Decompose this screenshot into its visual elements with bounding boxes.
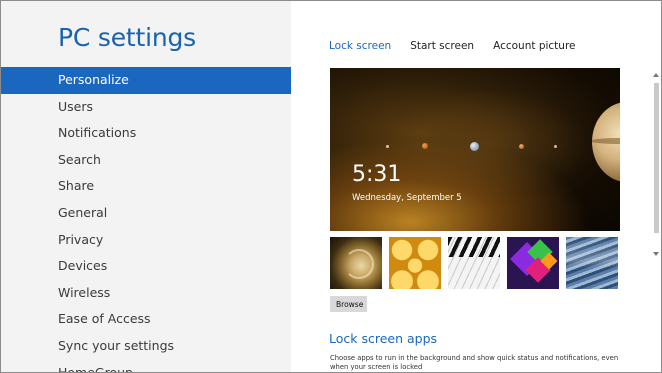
nav-list: Personalize Users Notifications Search S…	[1, 67, 291, 372]
sidebar-item-general[interactable]: General	[1, 200, 291, 227]
preview-haze	[390, 88, 590, 198]
lock-screen-preview: 5:31 Wednesday, September 5	[330, 68, 620, 231]
scroll-thumb[interactable]	[654, 83, 659, 233]
abstract-shapes-image[interactable]	[507, 237, 559, 289]
scroll-up-icon[interactable]	[653, 73, 659, 77]
sidebar-item-users[interactable]: Users	[1, 94, 291, 121]
sidebar-item-devices[interactable]: Devices	[1, 253, 291, 280]
nautilus-shell-image[interactable]	[330, 237, 382, 289]
sidebar-item-ease-of-access[interactable]: Ease of Access	[1, 306, 291, 333]
tab-lock-screen[interactable]: Lock screen	[329, 40, 391, 52]
lock-screen-time: 5:31	[352, 162, 402, 187]
honeycomb-image[interactable]	[389, 237, 441, 289]
sidebar-item-privacy[interactable]: Privacy	[1, 227, 291, 254]
planet-venus	[422, 143, 428, 149]
planet-small	[554, 145, 557, 148]
page-title: PC settings	[58, 23, 196, 52]
scroll-down-icon[interactable]	[653, 252, 659, 256]
vertical-scrollbar[interactable]	[651, 1, 661, 372]
tunnel-image[interactable]	[566, 237, 618, 289]
content-pane: Lock screen Start screen Account picture…	[291, 1, 661, 372]
pc-settings-window: PC settings Personalize Users Notificati…	[0, 0, 662, 373]
planet-earth	[470, 142, 479, 151]
tab-bar: Lock screen Start screen Account picture	[329, 40, 595, 52]
planet-mercury	[386, 145, 389, 148]
sidebar-item-share[interactable]: Share	[1, 173, 291, 200]
tab-start-screen[interactable]: Start screen	[410, 40, 474, 52]
sidebar-item-notifications[interactable]: Notifications	[1, 120, 291, 147]
sidebar-item-personalize[interactable]: Personalize	[1, 67, 291, 94]
sidebar-item-homegroup[interactable]: HomeGroup	[1, 360, 291, 372]
sidebar-item-sync-your-settings[interactable]: Sync your settings	[1, 333, 291, 360]
sidebar-item-wireless[interactable]: Wireless	[1, 280, 291, 307]
background-thumbnails	[330, 237, 625, 289]
sidebar: PC settings Personalize Users Notificati…	[1, 1, 291, 372]
sidebar-item-search[interactable]: Search	[1, 147, 291, 174]
lock-screen-apps-heading: Lock screen apps	[329, 331, 438, 346]
lock-screen-apps-description: Choose apps to run in the background and…	[330, 354, 619, 371]
tab-account-picture[interactable]: Account picture	[493, 40, 575, 52]
piano-keys-image[interactable]	[448, 237, 500, 289]
lock-screen-date: Wednesday, September 5	[352, 193, 462, 203]
browse-button[interactable]: Browse	[330, 296, 367, 312]
planet-mars	[519, 144, 524, 149]
